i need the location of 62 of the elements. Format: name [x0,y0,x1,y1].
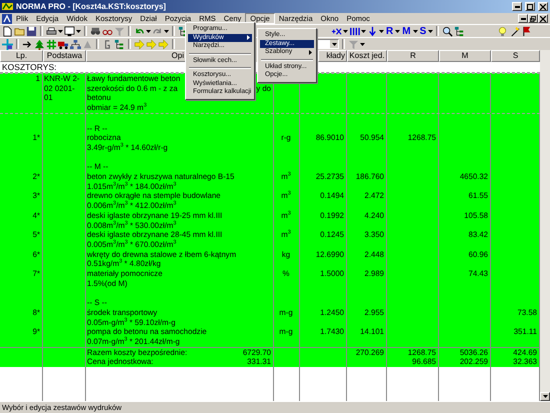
minimize-button[interactable] [518,14,528,23]
caret-icon[interactable] [58,30,63,32]
caret-icon[interactable] [360,42,365,46]
column-header[interactable]: Podstawa [43,50,86,62]
maximize-button[interactable] [525,2,535,11]
down-arrow-icon[interactable] [367,26,378,36]
binoculars-icon[interactable] [90,26,101,36]
column-header[interactable]: Opi [86,50,186,62]
close-button[interactable] [538,2,548,11]
plus-cross-icon[interactable] [331,26,342,36]
arrow-icon[interactable] [22,38,33,50]
folder-icon[interactable] [14,26,25,36]
minimize-button[interactable] [512,2,522,11]
monitor-icon[interactable] [64,26,75,36]
wand-icon[interactable] [509,26,520,36]
submenu-arrow-icon [247,35,250,40]
caret-icon[interactable] [395,30,400,32]
column-header[interactable]: Koszt jed. [347,50,387,62]
close-icon [540,4,546,10]
minimize-icon [520,18,526,20]
save-icon[interactable] [26,26,37,36]
submenu-arrow-icon [309,50,312,55]
close-icon [540,16,546,22]
columns-icon[interactable] [349,26,360,36]
caret-icon[interactable] [164,30,169,32]
caret-icon[interactable] [361,30,366,32]
scrollbar[interactable] [540,50,550,401]
column-header[interactable]: M [439,50,491,62]
flag-icon[interactable] [521,26,532,36]
caret-icon[interactable] [343,30,348,32]
minimize-icon [514,6,520,8]
tree-icon[interactable] [114,38,125,50]
window-title: NORMA PRO - [Koszt4a.KST:kosztorys] [16,2,167,11]
column-header[interactable]: R [387,50,439,62]
printer-icon[interactable] [46,26,57,36]
toolbar-letter-button[interactable]: S [418,26,428,36]
search-icon[interactable] [442,26,454,36]
restore-icon [530,16,536,22]
caret-icon [332,42,336,46]
bracket-icon[interactable] [102,38,113,50]
crosshair-icon[interactable] [2,38,13,50]
maximize-icon [527,4,533,10]
down-arrow-icon [542,395,548,398]
caret-icon[interactable] [428,30,434,32]
document-icon[interactable] [2,14,12,24]
caret-icon[interactable] [412,30,418,32]
tree-icon[interactable] [454,26,466,36]
column-header[interactable]: S [491,50,540,62]
restore-button[interactable] [528,14,538,23]
column-header[interactable]: kłady [318,50,347,62]
toolbar-letter-button[interactable]: R [385,26,394,36]
close-button[interactable] [538,14,548,23]
scroll-down-button[interactable] [540,392,550,401]
network-icon[interactable] [70,38,81,50]
app-icon [2,2,13,11]
caret-icon[interactable] [146,30,151,32]
new-file-icon[interactable] [2,26,13,36]
caret-icon[interactable] [76,30,81,32]
column-header[interactable]: Lp. [0,50,43,62]
toolbar-letter-button[interactable]: M [401,26,412,36]
bulb-icon[interactable] [497,26,508,36]
caret-icon[interactable] [379,30,384,32]
